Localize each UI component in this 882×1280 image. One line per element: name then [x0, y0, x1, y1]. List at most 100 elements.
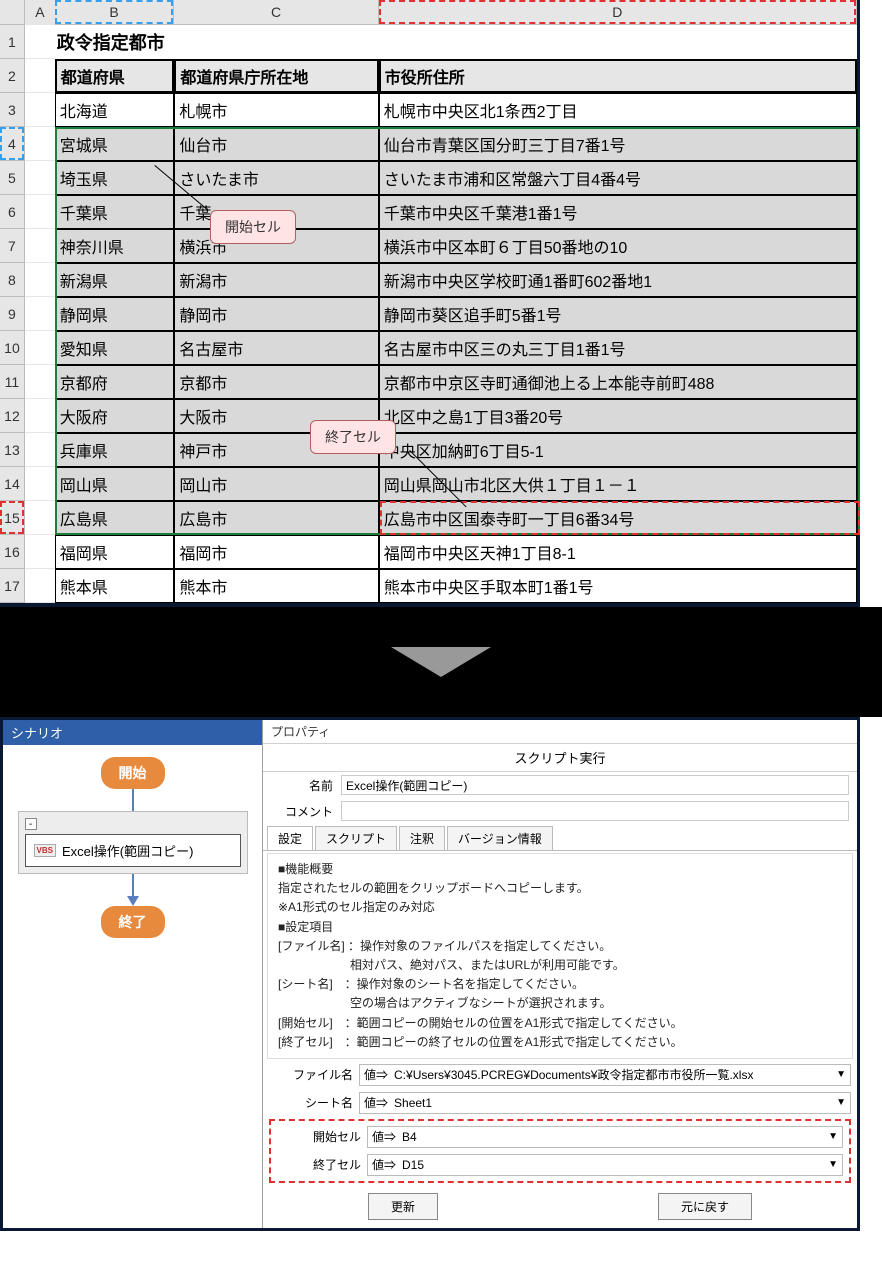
row-header[interactable]: 2 — [0, 59, 25, 93]
cell[interactable]: 岡山県 — [55, 467, 175, 501]
row-header[interactable]: 10 — [0, 331, 25, 365]
cell[interactable]: 熊本県 — [55, 569, 175, 603]
cell[interactable] — [379, 25, 857, 59]
revert-button[interactable]: 元に戻す — [658, 1193, 752, 1220]
card-item[interactable]: VBS Excel操作(範囲コピー) — [25, 834, 241, 867]
cell[interactable]: さいたま市浦和区常盤六丁目4番4号 — [379, 161, 857, 195]
tab-version[interactable]: バージョン情報 — [447, 826, 553, 850]
table-header[interactable]: 市役所住所 — [379, 59, 857, 93]
cell[interactable]: 千葉県 — [55, 195, 175, 229]
flow-card[interactable]: - VBS Excel操作(範囲コピー) — [18, 811, 248, 874]
callout-start: 開始セル — [210, 210, 296, 244]
col-header-A[interactable]: A — [25, 0, 55, 25]
table-header[interactable]: 都道府県 — [55, 59, 175, 93]
cell[interactable]: 福岡市 — [174, 535, 378, 569]
cell[interactable]: 神奈川県 — [55, 229, 175, 263]
cell[interactable]: 広島市中区国泰寺町一丁目6番34号 — [379, 501, 857, 535]
cell[interactable]: 新潟市中央区学校町通1番町602番地1 — [379, 263, 857, 297]
param-value-endcell[interactable]: 値⇒ D15 ▼ — [367, 1154, 843, 1176]
cell[interactable]: 名古屋市 — [174, 331, 378, 365]
app-panel: シナリオ 開始 - VBS Excel操作(範囲コピー) 終了 プロパティ スク… — [0, 717, 860, 1231]
flow-line — [132, 874, 134, 896]
cell[interactable] — [25, 25, 55, 59]
row-header[interactable]: 6 — [0, 195, 25, 229]
cell[interactable] — [174, 25, 378, 59]
row-header[interactable]: 5 — [0, 161, 25, 195]
cell[interactable]: さいたま市 — [174, 161, 378, 195]
cell[interactable]: 広島市 — [174, 501, 378, 535]
cell[interactable]: 新潟県 — [55, 263, 175, 297]
cell[interactable]: 京都府 — [55, 365, 175, 399]
row-header[interactable]: 11 — [0, 365, 25, 399]
cell[interactable] — [25, 59, 55, 93]
param-value-startcell[interactable]: 値⇒ B4 ▼ — [367, 1126, 843, 1148]
table-header[interactable]: 都道府県庁所在地 — [174, 59, 378, 93]
cell[interactable]: 岡山市 — [174, 467, 378, 501]
cell[interactable]: 京都市 — [174, 365, 378, 399]
select-all-corner[interactable] — [0, 0, 25, 25]
row-header[interactable]: 14 — [0, 467, 25, 501]
row-header[interactable]: 7 — [0, 229, 25, 263]
cell[interactable]: 中央区加納町6丁目5-1 — [379, 433, 857, 467]
cell[interactable]: 岡山県岡山市北区大供１丁目１－１ — [379, 467, 857, 501]
cell[interactable]: 大阪府 — [55, 399, 175, 433]
cell[interactable]: 千葉市中央区千葉港1番1号 — [379, 195, 857, 229]
properties-subtitle: スクリプト実行 — [263, 744, 857, 772]
cell[interactable]: 静岡市葵区追手町5番1号 — [379, 297, 857, 331]
col-header-B[interactable]: B — [55, 0, 175, 25]
row-header[interactable]: 17 — [0, 569, 25, 603]
callout-end: 終了セル — [310, 420, 396, 454]
cell[interactable]: 兵庫県 — [55, 433, 175, 467]
spreadsheet[interactable]: A B C D 1 政令指定都市 2 都道府県 都道府県庁所在地 市役所住所 3… — [0, 0, 860, 607]
cell[interactable]: 愛知県 — [55, 331, 175, 365]
cell[interactable]: 宮城県 — [55, 127, 175, 161]
tab-script[interactable]: スクリプト — [315, 826, 397, 850]
dropdown-icon[interactable]: ▼ — [836, 1069, 846, 1080]
start-node[interactable]: 開始 — [101, 757, 165, 789]
row-header[interactable]: 1 — [0, 25, 25, 59]
cell[interactable]: 熊本市 — [174, 569, 378, 603]
card-label: Excel操作(範囲コピー) — [62, 841, 193, 860]
cell[interactable]: 札幌市 — [174, 93, 378, 127]
row-header[interactable]: 3 — [0, 93, 25, 127]
update-button[interactable]: 更新 — [368, 1193, 438, 1220]
cell[interactable]: 札幌市中央区北1条西2丁目 — [379, 93, 857, 127]
cell[interactable]: 福岡県 — [55, 535, 175, 569]
cell[interactable]: 静岡市 — [174, 297, 378, 331]
row-header[interactable]: 15 — [0, 501, 25, 535]
name-input[interactable] — [341, 775, 849, 795]
cell[interactable]: 熊本市中央区手取本町1番1号 — [379, 569, 857, 603]
end-node[interactable]: 終了 — [101, 906, 165, 938]
cell[interactable]: 仙台市青葉区国分町三丁目7番1号 — [379, 127, 857, 161]
cell[interactable]: 新潟市 — [174, 263, 378, 297]
cell[interactable]: 横浜市中区本町６丁目50番地の10 — [379, 229, 857, 263]
card-expander[interactable]: - — [25, 818, 37, 830]
row-header[interactable]: 8 — [0, 263, 25, 297]
row-header[interactable]: 9 — [0, 297, 25, 331]
tab-settings[interactable]: 設定 — [267, 826, 313, 850]
dropdown-icon[interactable]: ▼ — [828, 1131, 838, 1142]
param-value-sheet[interactable]: 値⇒ Sheet1 ▼ — [359, 1092, 851, 1114]
comment-input[interactable] — [341, 801, 849, 821]
scenario-title: シナリオ — [3, 720, 262, 745]
dropdown-icon[interactable]: ▼ — [828, 1159, 838, 1170]
cell[interactable]: 福岡市中央区天神1丁目8-1 — [379, 535, 857, 569]
col-header-D[interactable]: D — [379, 0, 857, 25]
row-header[interactable]: 16 — [0, 535, 25, 569]
cell[interactable]: 広島県 — [55, 501, 175, 535]
param-value-filename[interactable]: 値⇒ C:¥Users¥3045.PCREG¥Documents¥政令指定都市市… — [359, 1064, 851, 1086]
dropdown-icon[interactable]: ▼ — [836, 1097, 846, 1108]
row-header[interactable]: 4 — [0, 127, 25, 161]
cell[interactable]: 静岡県 — [55, 297, 175, 331]
cell[interactable]: 仙台市 — [174, 127, 378, 161]
cell[interactable]: 北区中之島1丁目3番20号 — [379, 399, 857, 433]
row-header[interactable]: 12 — [0, 399, 25, 433]
cell[interactable]: 北海道 — [55, 93, 175, 127]
row-header[interactable]: 13 — [0, 433, 25, 467]
cell[interactable]: 名古屋市中区三の丸三丁目1番1号 — [379, 331, 857, 365]
description-text: ■機能概要 指定されたセルの範囲をクリップボードへコピーします。 ※A1形式のセ… — [267, 853, 853, 1059]
cell[interactable]: 京都市中京区寺町通御池上る上本能寺前町488 — [379, 365, 857, 399]
title-cell[interactable]: 政令指定都市 — [55, 25, 175, 59]
col-header-C[interactable]: C — [174, 0, 378, 25]
tab-annotation[interactable]: 注釈 — [399, 826, 445, 850]
